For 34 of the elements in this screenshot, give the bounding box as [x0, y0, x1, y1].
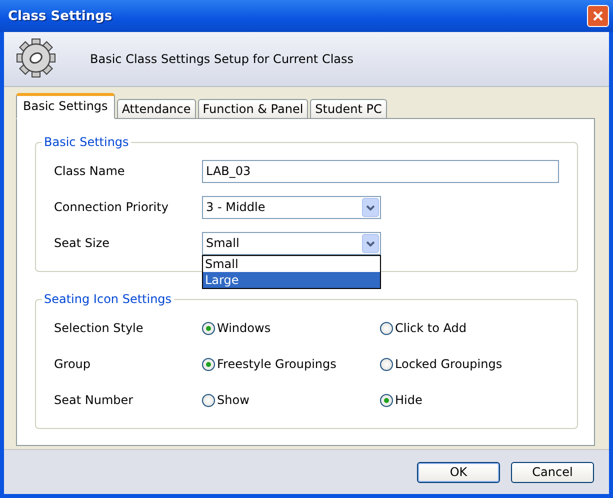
- field-label: Seat Number: [54, 393, 134, 407]
- radio-button[interactable]: [380, 358, 393, 370]
- radio-button[interactable]: [202, 394, 215, 406]
- header-text: Basic Class Settings Setup for Current Class: [90, 52, 354, 66]
- field-label: Seat Size: [54, 236, 111, 250]
- radio-label[interactable]: Click to Add: [395, 321, 467, 335]
- radio-button[interactable]: [380, 394, 393, 406]
- radio-button[interactable]: [380, 322, 393, 334]
- radio-label[interactable]: Windows: [217, 321, 271, 335]
- tab[interactable]: Function & Panel: [198, 99, 308, 118]
- window-title: Class Settings: [8, 8, 112, 24]
- dropdown[interactable]: Small: [202, 232, 381, 254]
- group-title: Basic Settings: [43, 135, 130, 149]
- radio-label[interactable]: Locked Groupings: [395, 357, 502, 371]
- radio-label[interactable]: Freestyle Groupings: [217, 357, 336, 371]
- dropdown-option[interactable]: Large: [203, 272, 380, 288]
- tab[interactable]: Attendance: [116, 99, 196, 118]
- field-label: Connection Priority: [54, 200, 170, 214]
- dialog-button[interactable]: Cancel: [511, 462, 594, 482]
- dropdown[interactable]: 3 - Middle: [202, 196, 381, 218]
- close-icon[interactable]: [592, 10, 604, 22]
- input-field[interactable]: LAB_03: [202, 160, 559, 182]
- field-label: Group: [54, 357, 92, 371]
- radio-button[interactable]: [202, 322, 215, 334]
- field-label: Selection Style: [54, 321, 144, 335]
- tab[interactable]: Student PC: [310, 99, 387, 118]
- field-label: Class Name: [54, 164, 126, 178]
- radio-label[interactable]: Hide: [395, 393, 422, 407]
- dialog-button[interactable]: OK: [417, 462, 500, 482]
- radio-label[interactable]: Show: [217, 393, 250, 407]
- radio-button[interactable]: [202, 358, 215, 370]
- close-button[interactable]: [587, 5, 609, 27]
- tab[interactable]: Basic Settings: [16, 93, 115, 119]
- group-title: Seating Icon Settings: [43, 292, 173, 306]
